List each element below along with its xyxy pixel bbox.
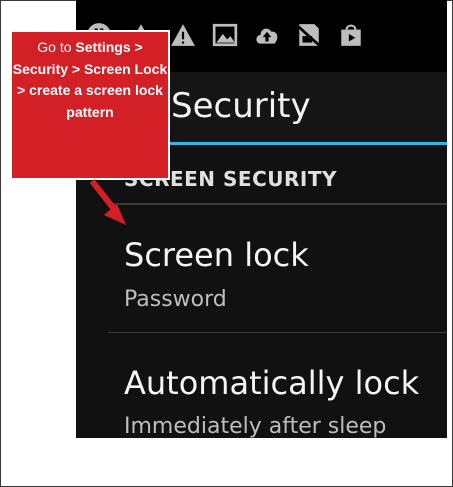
- preference-summary: Password: [124, 287, 227, 312]
- preference-summary: Immediately after sleep: [124, 414, 387, 438]
- section-divider: [108, 203, 447, 205]
- no-sim-icon: [296, 22, 322, 48]
- page-title: Security: [171, 86, 311, 126]
- automatically-lock-preference[interactable]: Automatically lock Immediately after sle…: [108, 334, 447, 438]
- instruction-callout: Go to Settings > Security > Screen Lock …: [10, 30, 170, 180]
- preference-divider: [108, 332, 447, 333]
- callout-prefix: Go to: [37, 39, 76, 55]
- callout-path: Settings > Security > Screen Lock > crea…: [12, 39, 168, 120]
- shopping-bag-icon: [338, 22, 364, 48]
- preference-title: Automatically lock: [124, 364, 420, 402]
- image-icon: [212, 22, 238, 48]
- settings-list: SCREEN SECURITY Screen lock Password Aut…: [76, 145, 447, 438]
- preference-title: Screen lock: [124, 236, 309, 274]
- warning-icon: [170, 22, 196, 48]
- cloud-upload-icon: [254, 22, 280, 48]
- screen-lock-preference[interactable]: Screen lock Password: [108, 207, 447, 331]
